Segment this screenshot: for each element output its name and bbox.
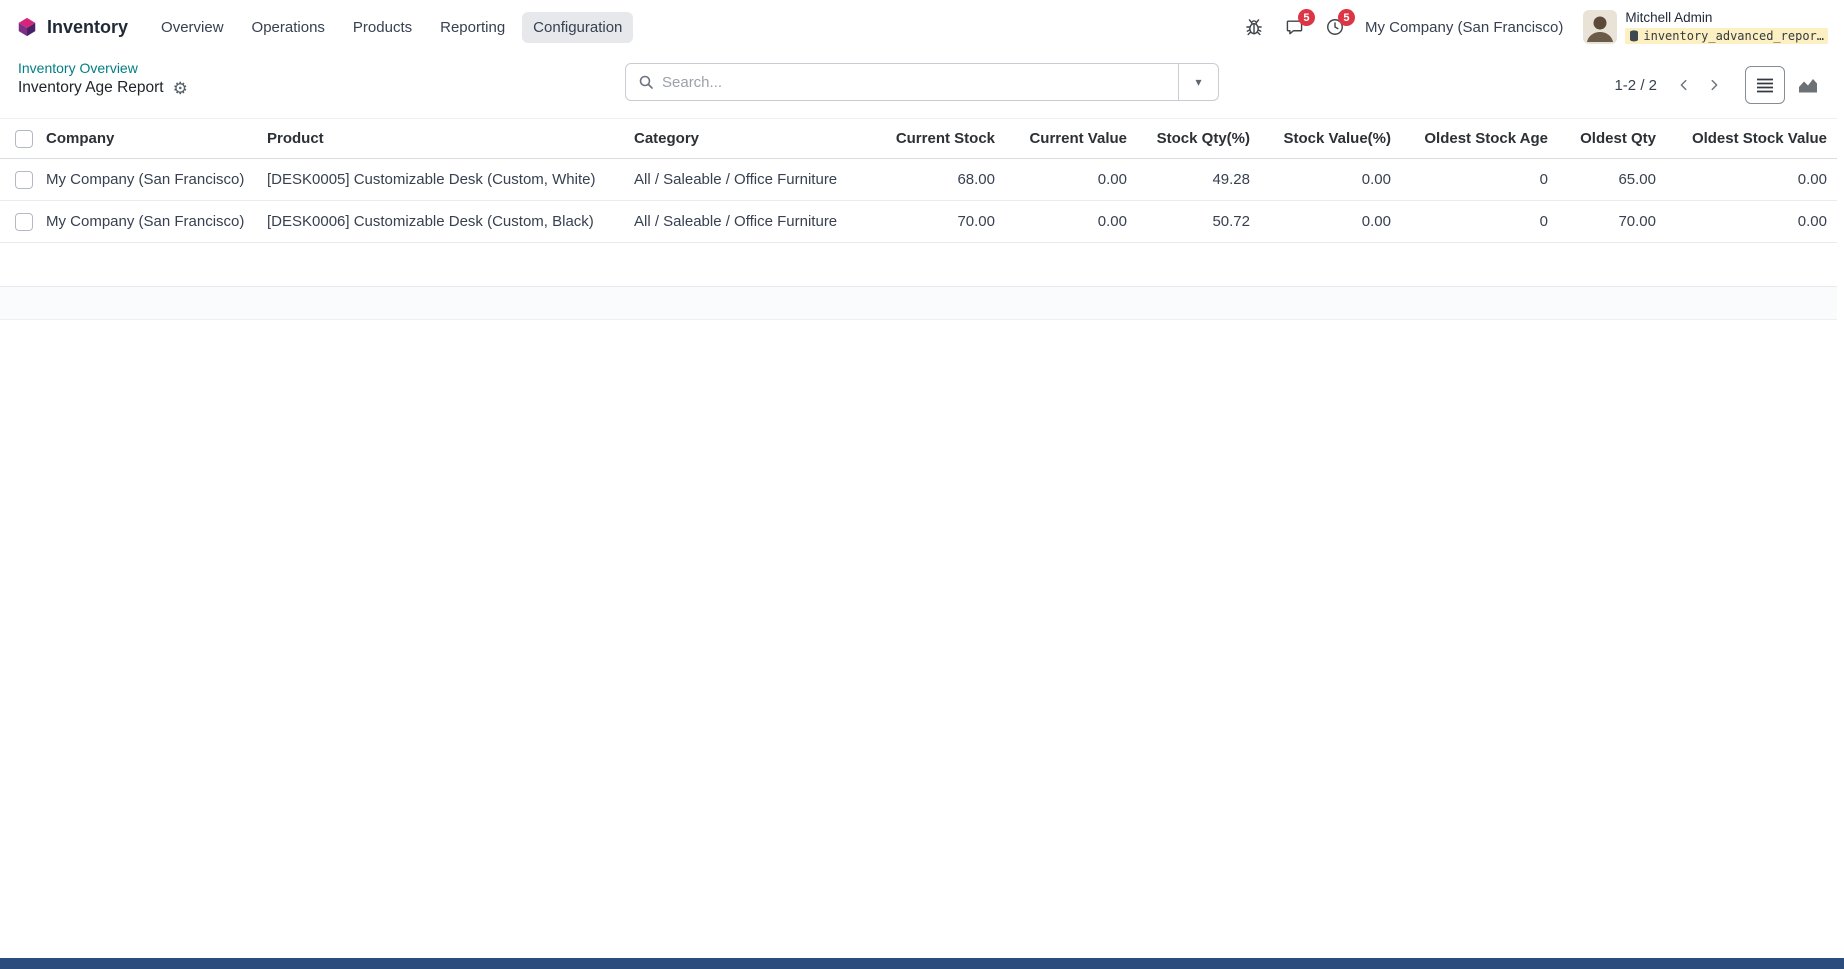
company-switcher[interactable]: My Company (San Francisco) [1365, 19, 1563, 36]
user-info: Mitchell Admin inventory_advanced_repor… [1625, 10, 1828, 45]
cell-company: My Company (San Francisco) [40, 159, 261, 201]
cell-current-stock: 70.00 [873, 201, 1005, 243]
cell-current-value: 0.00 [1005, 201, 1137, 243]
bottom-bar [0, 958, 1844, 969]
chevron-left-icon [1677, 78, 1691, 92]
messages-button[interactable]: 5 [1284, 17, 1305, 37]
app-name: Inventory [47, 17, 128, 38]
list-view-icon [1756, 78, 1774, 93]
nav-item-operations[interactable]: Operations [241, 12, 336, 43]
user-name: Mitchell Admin [1625, 11, 1712, 26]
column-header-stock-qty-pct[interactable]: Stock Qty(%) [1137, 119, 1260, 159]
breadcrumb-inventory-overview[interactable]: Inventory Overview [18, 60, 188, 76]
search-options-toggle[interactable]: ▾ [1178, 64, 1218, 100]
row-checkbox[interactable] [15, 213, 33, 231]
cell-current-value: 0.00 [1005, 159, 1137, 201]
empty-row-strip [0, 243, 1837, 287]
inventory-age-list: Company Product Category Current Stock C… [0, 118, 1837, 320]
cell-product: [DESK0006] Customizable Desk (Custom, Bl… [261, 201, 628, 243]
chevron-right-icon [1707, 78, 1721, 92]
inventory-app-icon [16, 16, 38, 38]
table-row[interactable]: My Company (San Francisco) [DESK0006] Cu… [0, 201, 1837, 243]
page-title: Inventory Age Report [18, 79, 164, 97]
title-row: Inventory Age Report ⚙ [18, 79, 188, 97]
cell-oldest-stock-age: 0 [1401, 159, 1558, 201]
messages-badge: 5 [1298, 9, 1315, 26]
gear-icon[interactable]: ⚙ [173, 80, 188, 97]
graph-view-button[interactable] [1788, 66, 1828, 104]
database-badge: inventory_advanced_repor… [1625, 28, 1828, 44]
pager-and-views: 1-2 / 2 [1614, 66, 1828, 104]
table-row[interactable]: My Company (San Francisco) [DESK0005] Cu… [0, 159, 1837, 201]
table-header-row: Company Product Category Current Stock C… [0, 119, 1837, 159]
systray: 5 5 My Company (San Francisco) Mi [1244, 10, 1828, 45]
nav-item-overview[interactable]: Overview [150, 12, 235, 43]
nav-item-products[interactable]: Products [342, 12, 423, 43]
activities-badge: 5 [1338, 9, 1355, 26]
list-view-button[interactable] [1745, 66, 1785, 104]
database-icon [1629, 30, 1639, 42]
cell-oldest-stock-value: 0.00 [1666, 201, 1837, 243]
cell-stock-value-pct: 0.00 [1260, 159, 1401, 201]
column-header-stock-value-pct[interactable]: Stock Value(%) [1260, 119, 1401, 159]
column-header-product[interactable]: Product [261, 119, 628, 159]
nav-item-configuration[interactable]: Configuration [522, 12, 633, 43]
debug-button[interactable] [1244, 17, 1264, 37]
cell-category: All / Saleable / Office Furniture [628, 159, 873, 201]
search-input[interactable] [654, 64, 1178, 100]
breadcrumb-area: Inventory Overview Inventory Age Report … [18, 60, 188, 97]
app-menus: Overview Operations Products Reporting C… [150, 12, 633, 43]
search-box: ▾ [625, 63, 1219, 101]
database-name: inventory_advanced_repor… [1643, 29, 1824, 43]
cell-stock-value-pct: 0.00 [1260, 201, 1401, 243]
nav-left: Inventory Overview Operations Products R… [16, 12, 633, 43]
nav-item-reporting[interactable]: Reporting [429, 12, 516, 43]
top-navbar: Inventory Overview Operations Products R… [0, 0, 1844, 54]
column-header-current-stock[interactable]: Current Stock [873, 119, 1005, 159]
column-header-company[interactable]: Company [40, 119, 261, 159]
column-header-current-value[interactable]: Current Value [1005, 119, 1137, 159]
activities-button[interactable]: 5 [1325, 17, 1345, 37]
column-header-oldest-stock-age[interactable]: Oldest Stock Age [1401, 119, 1558, 159]
pager-value[interactable]: 1-2 / 2 [1614, 77, 1657, 94]
search-area: ▾ [625, 63, 1219, 101]
cell-stock-qty-pct: 49.28 [1137, 159, 1260, 201]
cell-stock-qty-pct: 50.72 [1137, 201, 1260, 243]
cell-oldest-stock-value: 0.00 [1666, 159, 1837, 201]
cell-current-stock: 68.00 [873, 159, 1005, 201]
select-all-checkbox[interactable] [15, 130, 33, 148]
column-header-oldest-stock-value[interactable]: Oldest Stock Value [1666, 119, 1837, 159]
user-avatar [1583, 10, 1617, 44]
cell-product: [DESK0005] Customizable Desk (Custom, Wh… [261, 159, 628, 201]
control-panel: Inventory Overview Inventory Age Report … [0, 54, 1844, 118]
area-chart-icon [1798, 78, 1818, 93]
caret-down-icon: ▾ [1195, 75, 1201, 89]
search-icon [638, 74, 654, 90]
column-header-oldest-qty[interactable]: Oldest Qty [1558, 119, 1666, 159]
bug-icon [1244, 17, 1264, 37]
cell-category: All / Saleable / Office Furniture [628, 201, 873, 243]
app-menu-button[interactable]: Inventory [16, 16, 128, 38]
cell-oldest-stock-age: 0 [1401, 201, 1558, 243]
cell-oldest-qty: 70.00 [1558, 201, 1666, 243]
user-menu[interactable]: Mitchell Admin inventory_advanced_repor… [1583, 10, 1828, 45]
pager-next-button[interactable] [1699, 69, 1729, 101]
cell-oldest-qty: 65.00 [1558, 159, 1666, 201]
row-checkbox[interactable] [15, 171, 33, 189]
table-footer-strip [0, 287, 1837, 320]
inventory-age-table: Company Product Category Current Stock C… [0, 118, 1837, 243]
column-header-category[interactable]: Category [628, 119, 873, 159]
pager-previous-button[interactable] [1669, 69, 1699, 101]
view-switcher [1745, 66, 1828, 104]
cell-company: My Company (San Francisco) [40, 201, 261, 243]
